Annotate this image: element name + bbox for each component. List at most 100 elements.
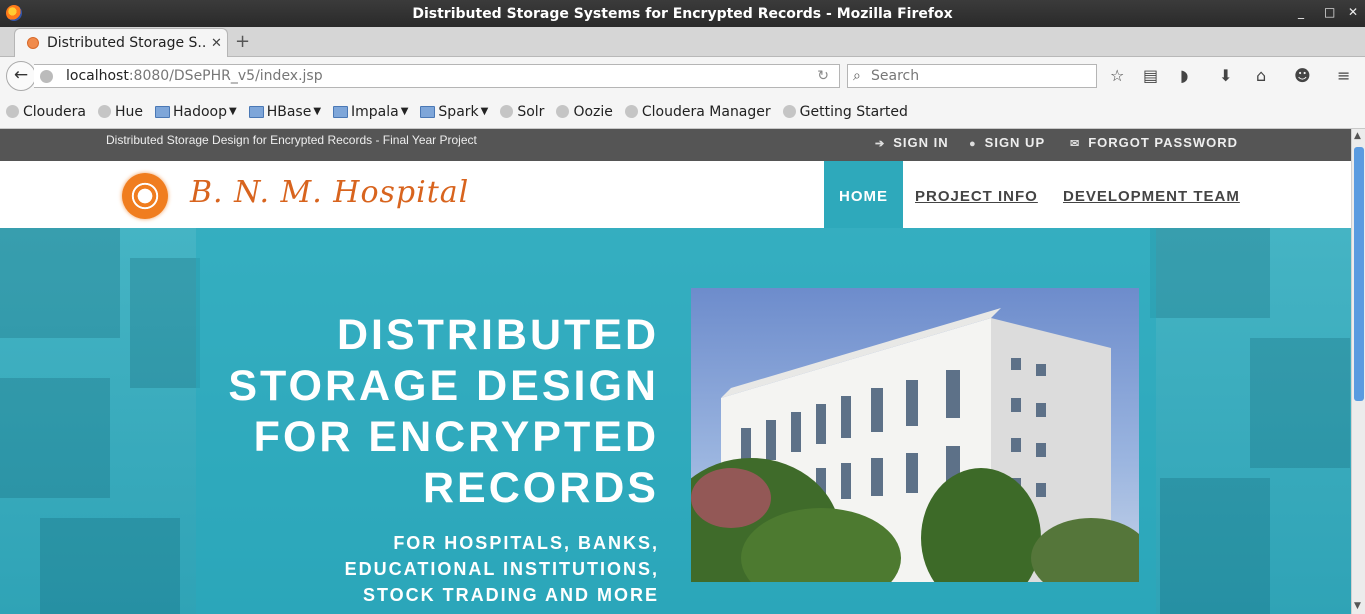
chat-icon[interactable]: ☻ bbox=[1294, 66, 1311, 85]
url-text: localhost:8080/DSePHR_v5/index.jsp bbox=[66, 65, 323, 87]
new-tab-button[interactable]: + bbox=[235, 31, 250, 52]
sign-in-icon: ➔ bbox=[875, 138, 886, 150]
bookmark-cloudera-manager[interactable]: Cloudera Manager bbox=[624, 104, 771, 120]
site-header: B. N. M. Hospital HOME PROJECT INFO DEVE… bbox=[0, 161, 1351, 228]
pocket-icon[interactable]: ◗ bbox=[1180, 66, 1188, 85]
bookmark-label: Oozie bbox=[573, 103, 613, 120]
bookmark-label: Impala bbox=[351, 103, 399, 120]
bookmark-folder-impala[interactable]: Impala ▼ bbox=[333, 104, 408, 120]
hero-subtitle-line: FOR HOSPITALS, BANKS, bbox=[393, 533, 659, 553]
url-bar[interactable]: localhost:8080/DSePHR_v5/index.jsp ↻ bbox=[34, 64, 840, 88]
tab-label: Distributed Storage S... bbox=[47, 35, 207, 51]
background-tile bbox=[0, 378, 110, 498]
background-tile bbox=[1160, 478, 1270, 614]
globe-icon bbox=[6, 105, 19, 118]
window-title-bar: Distributed Storage Systems for Encrypte… bbox=[0, 0, 1365, 27]
hospital-emblem-icon[interactable] bbox=[122, 173, 168, 219]
bookmark-cloudera[interactable]: Cloudera bbox=[6, 104, 86, 120]
home-icon[interactable]: ⌂ bbox=[1256, 66, 1266, 85]
folder-icon bbox=[248, 105, 264, 118]
bookmark-oozie[interactable]: Oozie bbox=[556, 103, 613, 120]
download-icon[interactable]: ⬇ bbox=[1219, 66, 1232, 85]
hero-title-line: DISTRIBUTED bbox=[336, 311, 659, 359]
folder-icon bbox=[333, 105, 349, 118]
bookmark-folder-hadoop[interactable]: Hadoop ▼ bbox=[154, 103, 237, 120]
star-icon[interactable]: ☆ bbox=[1110, 66, 1124, 85]
chevron-down-icon: ▼ bbox=[480, 106, 489, 117]
sign-in-link[interactable]: ➔ SIGN IN bbox=[875, 135, 949, 150]
tab-close-icon[interactable]: ✕ bbox=[211, 36, 222, 51]
back-button[interactable]: ← bbox=[6, 61, 36, 91]
bookmark-hue[interactable]: Hue bbox=[97, 103, 143, 120]
maximize-button[interactable]: □ bbox=[1324, 5, 1335, 19]
scroll-down-arrow-icon[interactable]: ▼ bbox=[1354, 601, 1361, 611]
sign-up-label: SIGN UP bbox=[984, 135, 1046, 150]
menu-icon[interactable]: ≡ bbox=[1337, 66, 1350, 85]
hero-subtitle-line: EDUCATIONAL INSTITUTIONS, bbox=[344, 559, 659, 579]
bookmark-folder-spark[interactable]: Spark ▼ bbox=[420, 104, 488, 120]
tab-strip: Distributed Storage S... ✕ + bbox=[0, 27, 1365, 57]
tab-active[interactable]: Distributed Storage S... ✕ bbox=[14, 28, 228, 57]
background-tile bbox=[1150, 228, 1270, 318]
hero-title-line: RECORDS bbox=[422, 464, 659, 512]
chevron-down-icon: ▼ bbox=[313, 106, 322, 117]
nav-project-info[interactable]: PROJECT INFO bbox=[915, 161, 1038, 228]
search-placeholder: Search bbox=[871, 68, 920, 84]
bookmark-label: Solr bbox=[517, 103, 545, 120]
user-icon: ● bbox=[969, 138, 977, 150]
hero-title: DISTRIBUTED STORAGE DESIGN FOR ENCRYPTED… bbox=[139, 310, 659, 514]
firefox-logo-icon bbox=[6, 5, 22, 21]
site-top-bar: Distributed Storage Design for Encrypted… bbox=[0, 129, 1351, 161]
hero-title-line: FOR ENCRYPTED bbox=[253, 413, 659, 461]
sign-up-link[interactable]: ● SIGN UP bbox=[969, 135, 1045, 150]
minimize-button[interactable]: _ bbox=[1298, 5, 1304, 19]
bookmark-label: HBase bbox=[266, 103, 312, 120]
nav-development-team[interactable]: DEVELOPMENT TEAM bbox=[1063, 161, 1240, 228]
bookmark-folder-hbase[interactable]: HBase ▼ bbox=[248, 103, 322, 120]
web-page: Distributed Storage Design for Encrypted… bbox=[0, 129, 1351, 614]
close-window-button[interactable]: ✕ bbox=[1348, 5, 1358, 19]
site-tagline: Distributed Storage Design for Encrypted… bbox=[106, 133, 477, 147]
scroll-up-arrow-icon[interactable]: ▲ bbox=[1354, 131, 1361, 141]
bookmark-solr[interactable]: Solr bbox=[500, 104, 544, 120]
globe-icon bbox=[556, 105, 570, 118]
hero-banner: DISTRIBUTED STORAGE DESIGN FOR ENCRYPTED… bbox=[0, 228, 1351, 614]
hospital-building-photo bbox=[691, 288, 1139, 582]
background-tile bbox=[0, 228, 120, 338]
hospital-logo-text[interactable]: B. N. M. Hospital bbox=[190, 175, 469, 210]
bookmark-label: Spark bbox=[438, 103, 479, 120]
background-tile bbox=[1250, 338, 1350, 468]
folder-icon bbox=[154, 105, 170, 118]
hero-subtitle-line: STOCK TRADING AND MORE bbox=[363, 585, 659, 605]
envelope-icon: ✉ bbox=[1070, 138, 1081, 150]
bookmark-label: Getting Started bbox=[799, 103, 908, 120]
search-icon: ⌕ bbox=[853, 68, 861, 84]
bookmark-label: Hadoop bbox=[172, 103, 227, 120]
building-illustration bbox=[691, 308, 1139, 582]
globe-icon bbox=[97, 105, 111, 118]
bookmark-label: Hue bbox=[114, 103, 143, 120]
reload-icon[interactable]: ↻ bbox=[817, 65, 829, 87]
folder-icon bbox=[420, 105, 436, 118]
sign-in-label: SIGN IN bbox=[893, 135, 949, 150]
forgot-password-link[interactable]: ✉ FORGOT PASSWORD bbox=[1070, 135, 1238, 150]
chevron-down-icon: ▼ bbox=[400, 106, 409, 117]
bookmark-label: Cloudera bbox=[23, 103, 86, 120]
site-favicon-icon bbox=[27, 37, 39, 49]
hero-title-line: STORAGE DESIGN bbox=[228, 362, 659, 410]
url-path: :8080/DSePHR_v5/index.jsp bbox=[128, 68, 323, 84]
navigation-bar: ← localhost:8080/DSePHR_v5/index.jsp ↻ ⌕… bbox=[0, 57, 1365, 95]
bookmark-getting-started[interactable]: Getting Started bbox=[782, 103, 908, 120]
vertical-scrollbar[interactable]: ▲ ▼ bbox=[1351, 129, 1365, 614]
chevron-down-icon: ▼ bbox=[228, 106, 237, 117]
globe-icon bbox=[500, 105, 514, 118]
site-identity-icon[interactable] bbox=[40, 70, 53, 83]
search-input[interactable]: ⌕ Search bbox=[847, 64, 1097, 88]
nav-home[interactable]: HOME bbox=[824, 161, 903, 228]
hero-subtitle: FOR HOSPITALS, BANKS, EDUCATIONAL INSTIT… bbox=[139, 530, 659, 608]
reading-list-icon[interactable]: ▤ bbox=[1143, 66, 1158, 85]
window-title: Distributed Storage Systems for Encrypte… bbox=[412, 5, 953, 22]
globe-icon bbox=[624, 105, 638, 118]
url-host: localhost bbox=[66, 68, 129, 84]
scrollbar-thumb[interactable] bbox=[1354, 147, 1364, 401]
